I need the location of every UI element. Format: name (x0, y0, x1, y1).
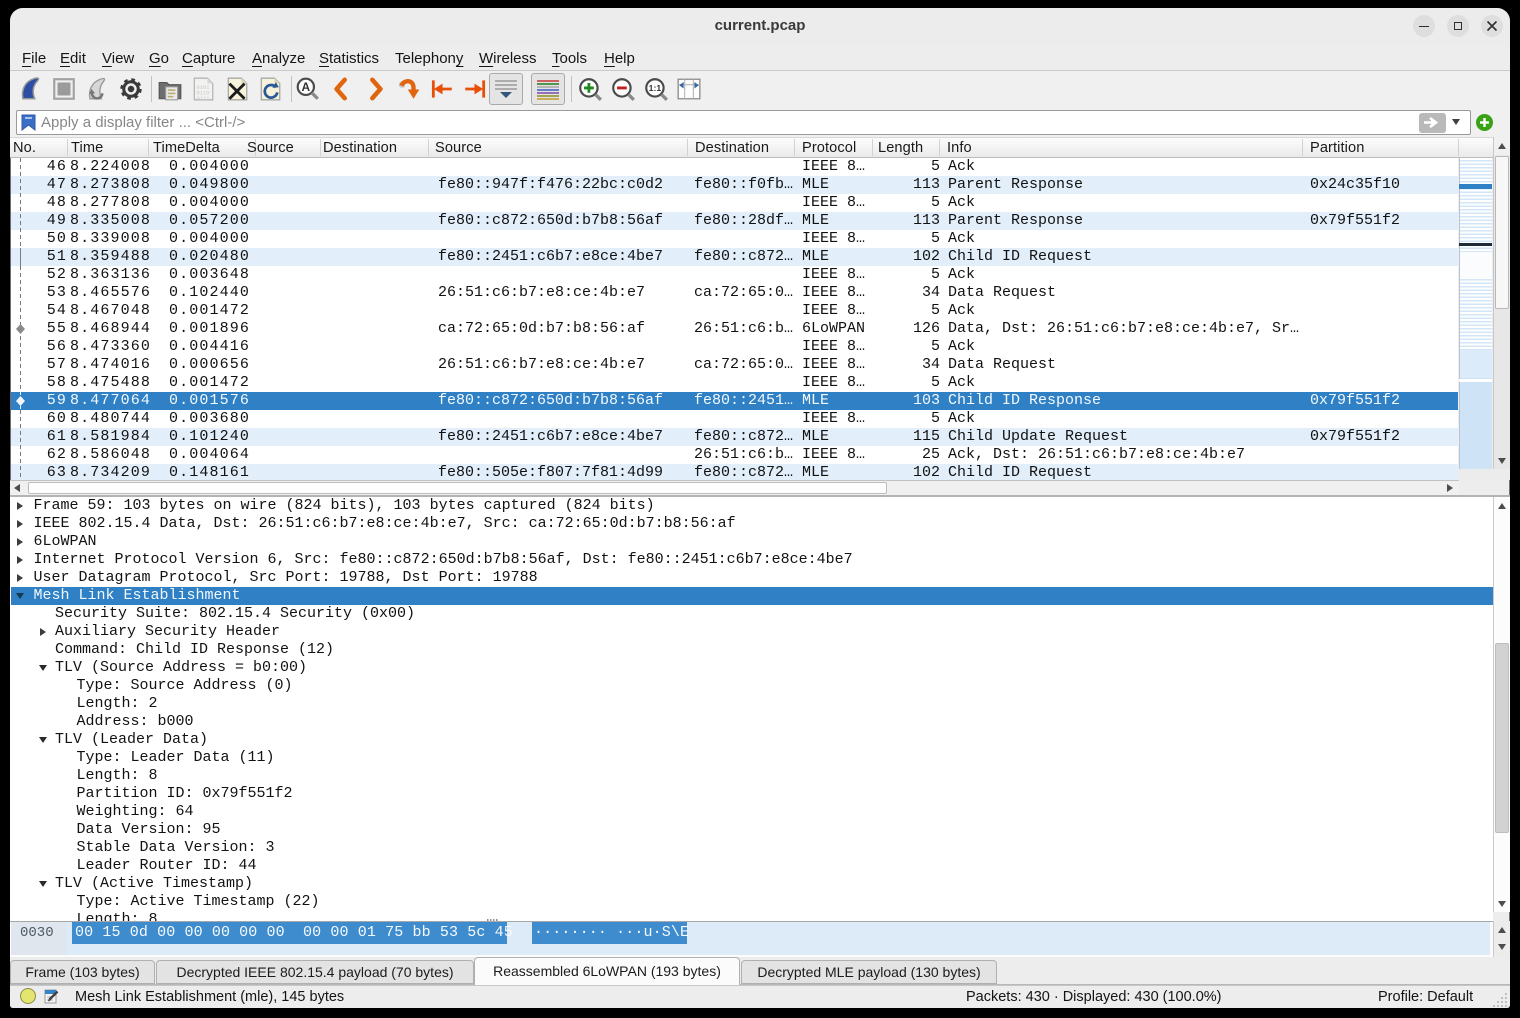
svg-text:A: A (302, 80, 311, 94)
svg-text:0111: 0111 (197, 95, 210, 102)
svg-text:1:1: 1:1 (649, 83, 662, 93)
